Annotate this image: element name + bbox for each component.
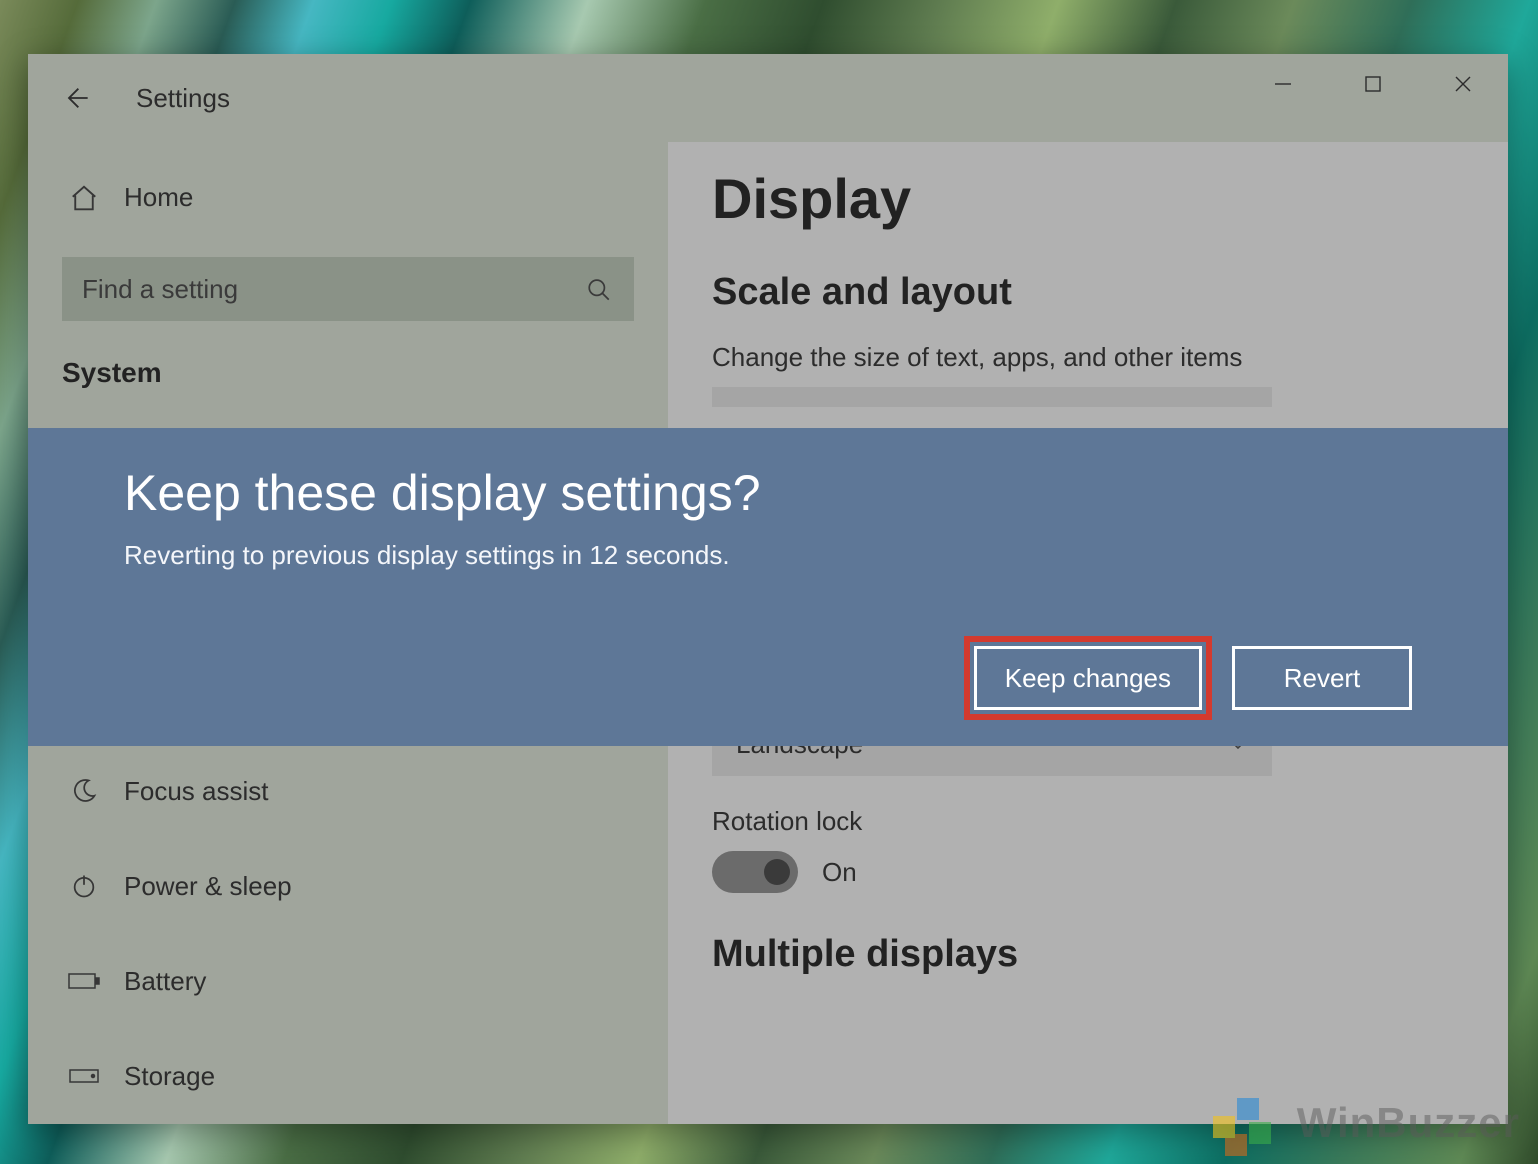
revert-button[interactable]: Revert bbox=[1232, 646, 1412, 710]
keep-changes-label: Keep changes bbox=[1005, 663, 1171, 694]
dialog-button-row: Keep changes Revert bbox=[974, 646, 1412, 710]
dialog-title: Keep these display settings? bbox=[124, 464, 1412, 522]
dialog-message: Reverting to previous display settings i… bbox=[124, 540, 1412, 571]
keep-display-settings-dialog: Keep these display settings? Reverting t… bbox=[28, 428, 1508, 746]
watermark: WinBuzzer bbox=[1213, 1088, 1520, 1158]
keep-changes-button[interactable]: Keep changes bbox=[974, 646, 1202, 710]
watermark-logo-icon bbox=[1213, 1088, 1283, 1158]
desktop-wallpaper: Settings Home bbox=[0, 0, 1538, 1164]
revert-label: Revert bbox=[1284, 663, 1361, 694]
watermark-text: WinBuzzer bbox=[1297, 1099, 1520, 1147]
